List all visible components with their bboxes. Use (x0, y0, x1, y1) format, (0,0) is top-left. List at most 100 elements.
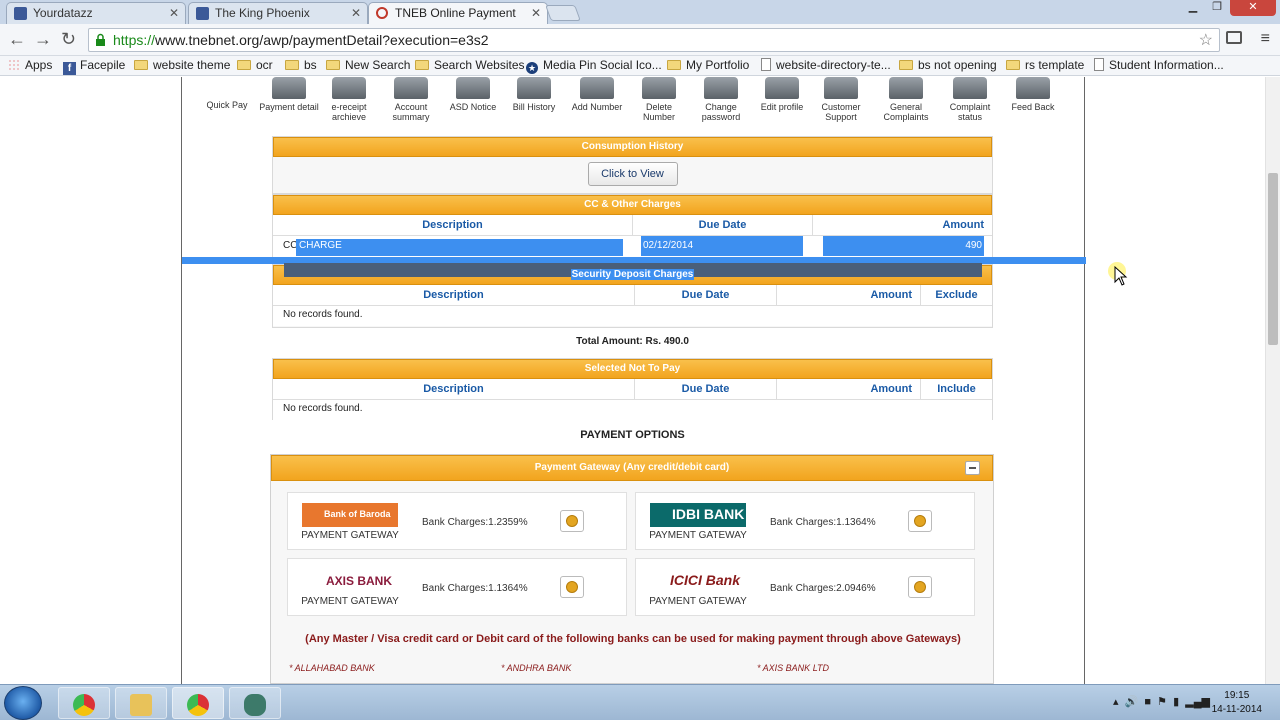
bank-select-radio[interactable] (908, 510, 932, 532)
page-icon (761, 58, 771, 71)
nav-label: Feed Back (1011, 102, 1055, 112)
delete-icon (642, 77, 676, 99)
start-button[interactable] (4, 686, 42, 720)
nav-add-number[interactable]: Add Number (567, 77, 627, 112)
nav-asd-notice[interactable]: ASD Notice (443, 77, 503, 112)
tab-tneb[interactable]: TNEB Online Payment ✕ (368, 2, 548, 24)
close-icon[interactable]: ✕ (531, 6, 541, 20)
security-deposit-panel: Security Deposit Charges Description Due… (272, 263, 993, 328)
nav-payment-detail[interactable]: Payment detail (259, 77, 319, 112)
bookmark-website-directory[interactable]: website-directory-te... (761, 58, 891, 72)
loading-icon (376, 7, 388, 19)
bookmark-label: New Search (345, 58, 411, 72)
folder-icon (326, 60, 340, 70)
bank-card-axis[interactable]: AXIS BANK PAYMENT GATEWAY Bank Charges:1… (287, 558, 627, 616)
browser-tabstrip: Yourdatazz ✕ The King Phoenix ✕ TNEB Onl… (0, 0, 1280, 24)
nav-delete-number[interactable]: Delete Number (629, 77, 689, 122)
bookmark-new-search[interactable]: New Search (326, 58, 410, 72)
bookmark-ocr[interactable]: ocr (237, 58, 273, 72)
bank-list-item: * ANDHRA BANK (501, 663, 572, 673)
back-icon[interactable]: ← (8, 29, 26, 50)
bookmark-search-websites[interactable]: Search Websites (415, 58, 525, 72)
bank-select-radio[interactable] (560, 510, 584, 532)
key-icon (704, 77, 738, 99)
nav-quick-pay[interactable]: Quick Pay (197, 77, 257, 110)
scrollbar-thumb[interactable] (1268, 173, 1278, 345)
bank-card-idbi[interactable]: IDBI BANK PAYMENT GATEWAY Bank Charges:1… (635, 492, 975, 550)
bookmark-my-portfolio[interactable]: My Portfolio (667, 58, 749, 72)
taskbar-chrome-active[interactable] (172, 687, 224, 719)
bookmark-facepile[interactable]: f Facepile (63, 58, 125, 75)
reload-icon[interactable]: ↻ (61, 29, 76, 50)
star-icon[interactable]: ☆ (1199, 30, 1213, 50)
bookmark-label: Student Information... (1109, 58, 1224, 72)
nav-label: Payment detail (259, 102, 319, 112)
minimize-button[interactable]: ▁ (1182, 0, 1204, 16)
page-scrollbar[interactable] (1265, 77, 1280, 684)
cc-amount: 490 (823, 236, 984, 256)
nav-feedback[interactable]: Feed Back (1003, 77, 1063, 112)
app-icon (244, 694, 266, 716)
bookmark-rs-template[interactable]: rs template (1006, 58, 1084, 72)
nav-edit-profile[interactable]: Edit profile (752, 77, 812, 112)
col-due-date: Due Date (635, 285, 777, 305)
maximize-button[interactable]: ❐ (1206, 0, 1228, 16)
bank-card-baroda[interactable]: Bank of Baroda PAYMENT GATEWAY Bank Char… (287, 492, 627, 550)
col-description: Description (273, 379, 635, 399)
bookmark-bs-not-opening[interactable]: bs not opening (899, 58, 997, 72)
bookmark-media-pin[interactable]: ★ Media Pin Social Ico... (526, 58, 662, 74)
status-icon (953, 77, 987, 99)
cc-charges-panel: CC & Other Charges Description Due Date … (272, 194, 993, 264)
tab-yourdatazz[interactable]: Yourdatazz ✕ (6, 2, 186, 24)
notice-icon (456, 77, 490, 99)
col-description: Description (273, 285, 635, 305)
total-amount: Total Amount: Rs. 490.0 (576, 336, 689, 347)
window-close-button[interactable]: ✕ (1230, 0, 1276, 16)
folder-icon (237, 60, 251, 70)
menu-icon[interactable]: ≡ (1261, 30, 1270, 48)
close-icon[interactable]: ✕ (351, 6, 361, 20)
nav-bill-history[interactable]: Bill History (504, 77, 564, 112)
bookmark-label: bs not opening (918, 58, 997, 72)
facebook-icon (14, 7, 27, 20)
col-amount: Amount (942, 219, 984, 231)
nav-label: Bill History (512, 102, 556, 112)
bookmark-label: My Portfolio (686, 58, 750, 72)
nav-label: Add Number (571, 102, 623, 112)
taskbar-chrome[interactable] (58, 687, 110, 719)
bank-select-radio[interactable] (560, 576, 584, 598)
system-tray[interactable]: ▴ 🔊 ■ ⚑ ▮ ▂▄▆ (1113, 695, 1210, 708)
nav-change-password[interactable]: Change password (691, 77, 751, 122)
bank-card-icici[interactable]: ICICI Bank PAYMENT GATEWAY Bank Charges:… (635, 558, 975, 616)
nav-account-summary[interactable]: Account summary (381, 77, 441, 122)
nav-label: Delete Number (642, 102, 675, 122)
taskbar-explorer[interactable] (115, 687, 167, 719)
click-to-view-button[interactable]: Click to View (587, 162, 678, 186)
bank-select-radio[interactable] (908, 576, 932, 598)
collapse-icon[interactable] (965, 461, 980, 475)
cast-icon[interactable] (1226, 31, 1242, 44)
nav-complaint-status[interactable]: Complaint status (940, 77, 1000, 122)
folder-icon (130, 694, 152, 716)
nav-customer-support[interactable]: Customer Support (811, 77, 871, 122)
forward-icon[interactable]: → (34, 29, 52, 50)
tab-title: TNEB Online Payment (395, 6, 516, 20)
nav-general-complaints[interactable]: General Complaints (876, 77, 936, 122)
cc-description: CHARGE (296, 239, 623, 256)
folder-icon (899, 60, 913, 70)
bank-pg-label: PAYMENT GATEWAY (649, 596, 747, 607)
bookmark-student-info[interactable]: Student Information... (1094, 58, 1224, 72)
taskbar-clock[interactable]: 19:15 14-11-2014 (1212, 689, 1262, 717)
cc-due-date: 02/12/2014 (641, 236, 803, 256)
taskbar-app[interactable] (229, 687, 281, 719)
tab-king-phoenix[interactable]: The King Phoenix ✕ (188, 2, 368, 24)
bookmark-apps[interactable]: Apps (8, 58, 52, 72)
new-tab-button[interactable] (545, 5, 581, 21)
bookmark-bs[interactable]: bs (285, 58, 317, 72)
folder-icon (415, 60, 429, 70)
page-icon (1094, 58, 1104, 71)
address-bar[interactable]: https://www.tnebnet.org/awp/paymentDetai… (88, 28, 1220, 52)
nav-ereceipt[interactable]: e-receipt archieve (319, 77, 379, 122)
bookmark-website-theme[interactable]: website theme (134, 58, 230, 72)
close-icon[interactable]: ✕ (169, 6, 179, 20)
